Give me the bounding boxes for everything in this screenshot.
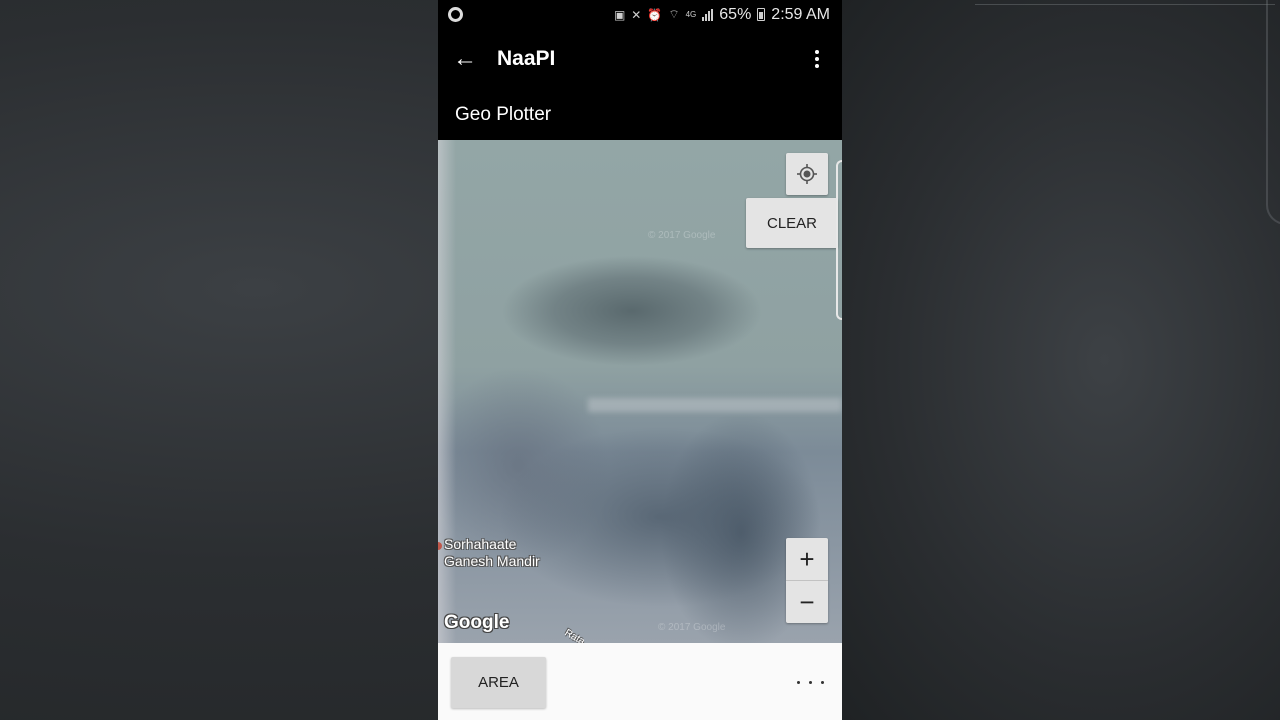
overflow-menu-button[interactable] bbox=[792, 50, 842, 68]
google-logo: Google bbox=[444, 612, 510, 633]
more-horiz-icon-dot bbox=[821, 681, 824, 684]
map-terrain bbox=[588, 398, 842, 412]
clear-button[interactable]: CLEAR bbox=[746, 198, 838, 248]
more-vert-icon-dot bbox=[815, 50, 819, 54]
battery-charging-icon bbox=[757, 8, 766, 21]
zoom-out-button[interactable]: − bbox=[786, 581, 828, 623]
screen-subtitle: Geo Plotter bbox=[455, 103, 552, 125]
arrow-left-icon: ← bbox=[453, 45, 477, 72]
status-icons: ▣ ✕ ⏰ ⌔ 4G 65% 2:59 AM bbox=[614, 6, 830, 24]
my-location-button[interactable] bbox=[786, 153, 828, 195]
record-indicator-icon bbox=[448, 7, 463, 22]
side-panel-handle[interactable] bbox=[836, 160, 842, 320]
road-label: Rata bbox=[562, 627, 587, 643]
background-frame-curve bbox=[1266, 0, 1280, 225]
more-vert-icon-dot bbox=[815, 57, 819, 61]
alarm-icon: ⏰ bbox=[647, 7, 663, 22]
map-view[interactable]: © 2017 Google © 2017 Google CLEAR Sorhah… bbox=[438, 140, 842, 643]
status-bar: ▣ ✕ ⏰ ⌔ 4G 65% 2:59 AM bbox=[438, 0, 842, 29]
area-button[interactable]: AREA bbox=[451, 657, 546, 708]
app-title: NaaPI bbox=[497, 47, 556, 70]
place-label-line: Sorhahaate bbox=[444, 536, 517, 552]
back-button[interactable]: ← bbox=[438, 45, 492, 73]
zoom-in-button[interactable]: + bbox=[786, 538, 828, 580]
bottom-action-bar: AREA bbox=[438, 643, 842, 720]
cast-icon: ▣ bbox=[613, 7, 626, 22]
place-label-line: Ganesh Mandir bbox=[444, 553, 540, 569]
phone-screen: ▣ ✕ ⏰ ⌔ 4G 65% 2:59 AM ← NaaPI Geo Plott… bbox=[438, 0, 842, 720]
battery-percent: 65% bbox=[719, 5, 752, 23]
signal-icon bbox=[702, 8, 714, 21]
place-label[interactable]: Sorhahaate Ganesh Mandir bbox=[444, 536, 540, 570]
map-copyright: © 2017 Google bbox=[648, 230, 716, 241]
blurred-background-right bbox=[842, 0, 1280, 720]
lte-icon: 4G bbox=[685, 10, 697, 19]
clock-time: 2:59 AM bbox=[771, 5, 830, 23]
more-horiz-icon-dot bbox=[797, 681, 800, 684]
app-bar: ← NaaPI bbox=[438, 29, 842, 89]
more-horiz-icon-dot bbox=[809, 681, 812, 684]
more-vert-icon-dot bbox=[815, 64, 819, 68]
wifi-icon: ⌔ bbox=[668, 7, 680, 21]
my-location-icon bbox=[797, 164, 817, 184]
mute-vibrate-icon: ✕ bbox=[631, 7, 642, 22]
more-options-button[interactable] bbox=[797, 681, 824, 684]
map-copyright: © 2017 Google bbox=[658, 622, 726, 633]
background-frame-line bbox=[975, 0, 1275, 5]
